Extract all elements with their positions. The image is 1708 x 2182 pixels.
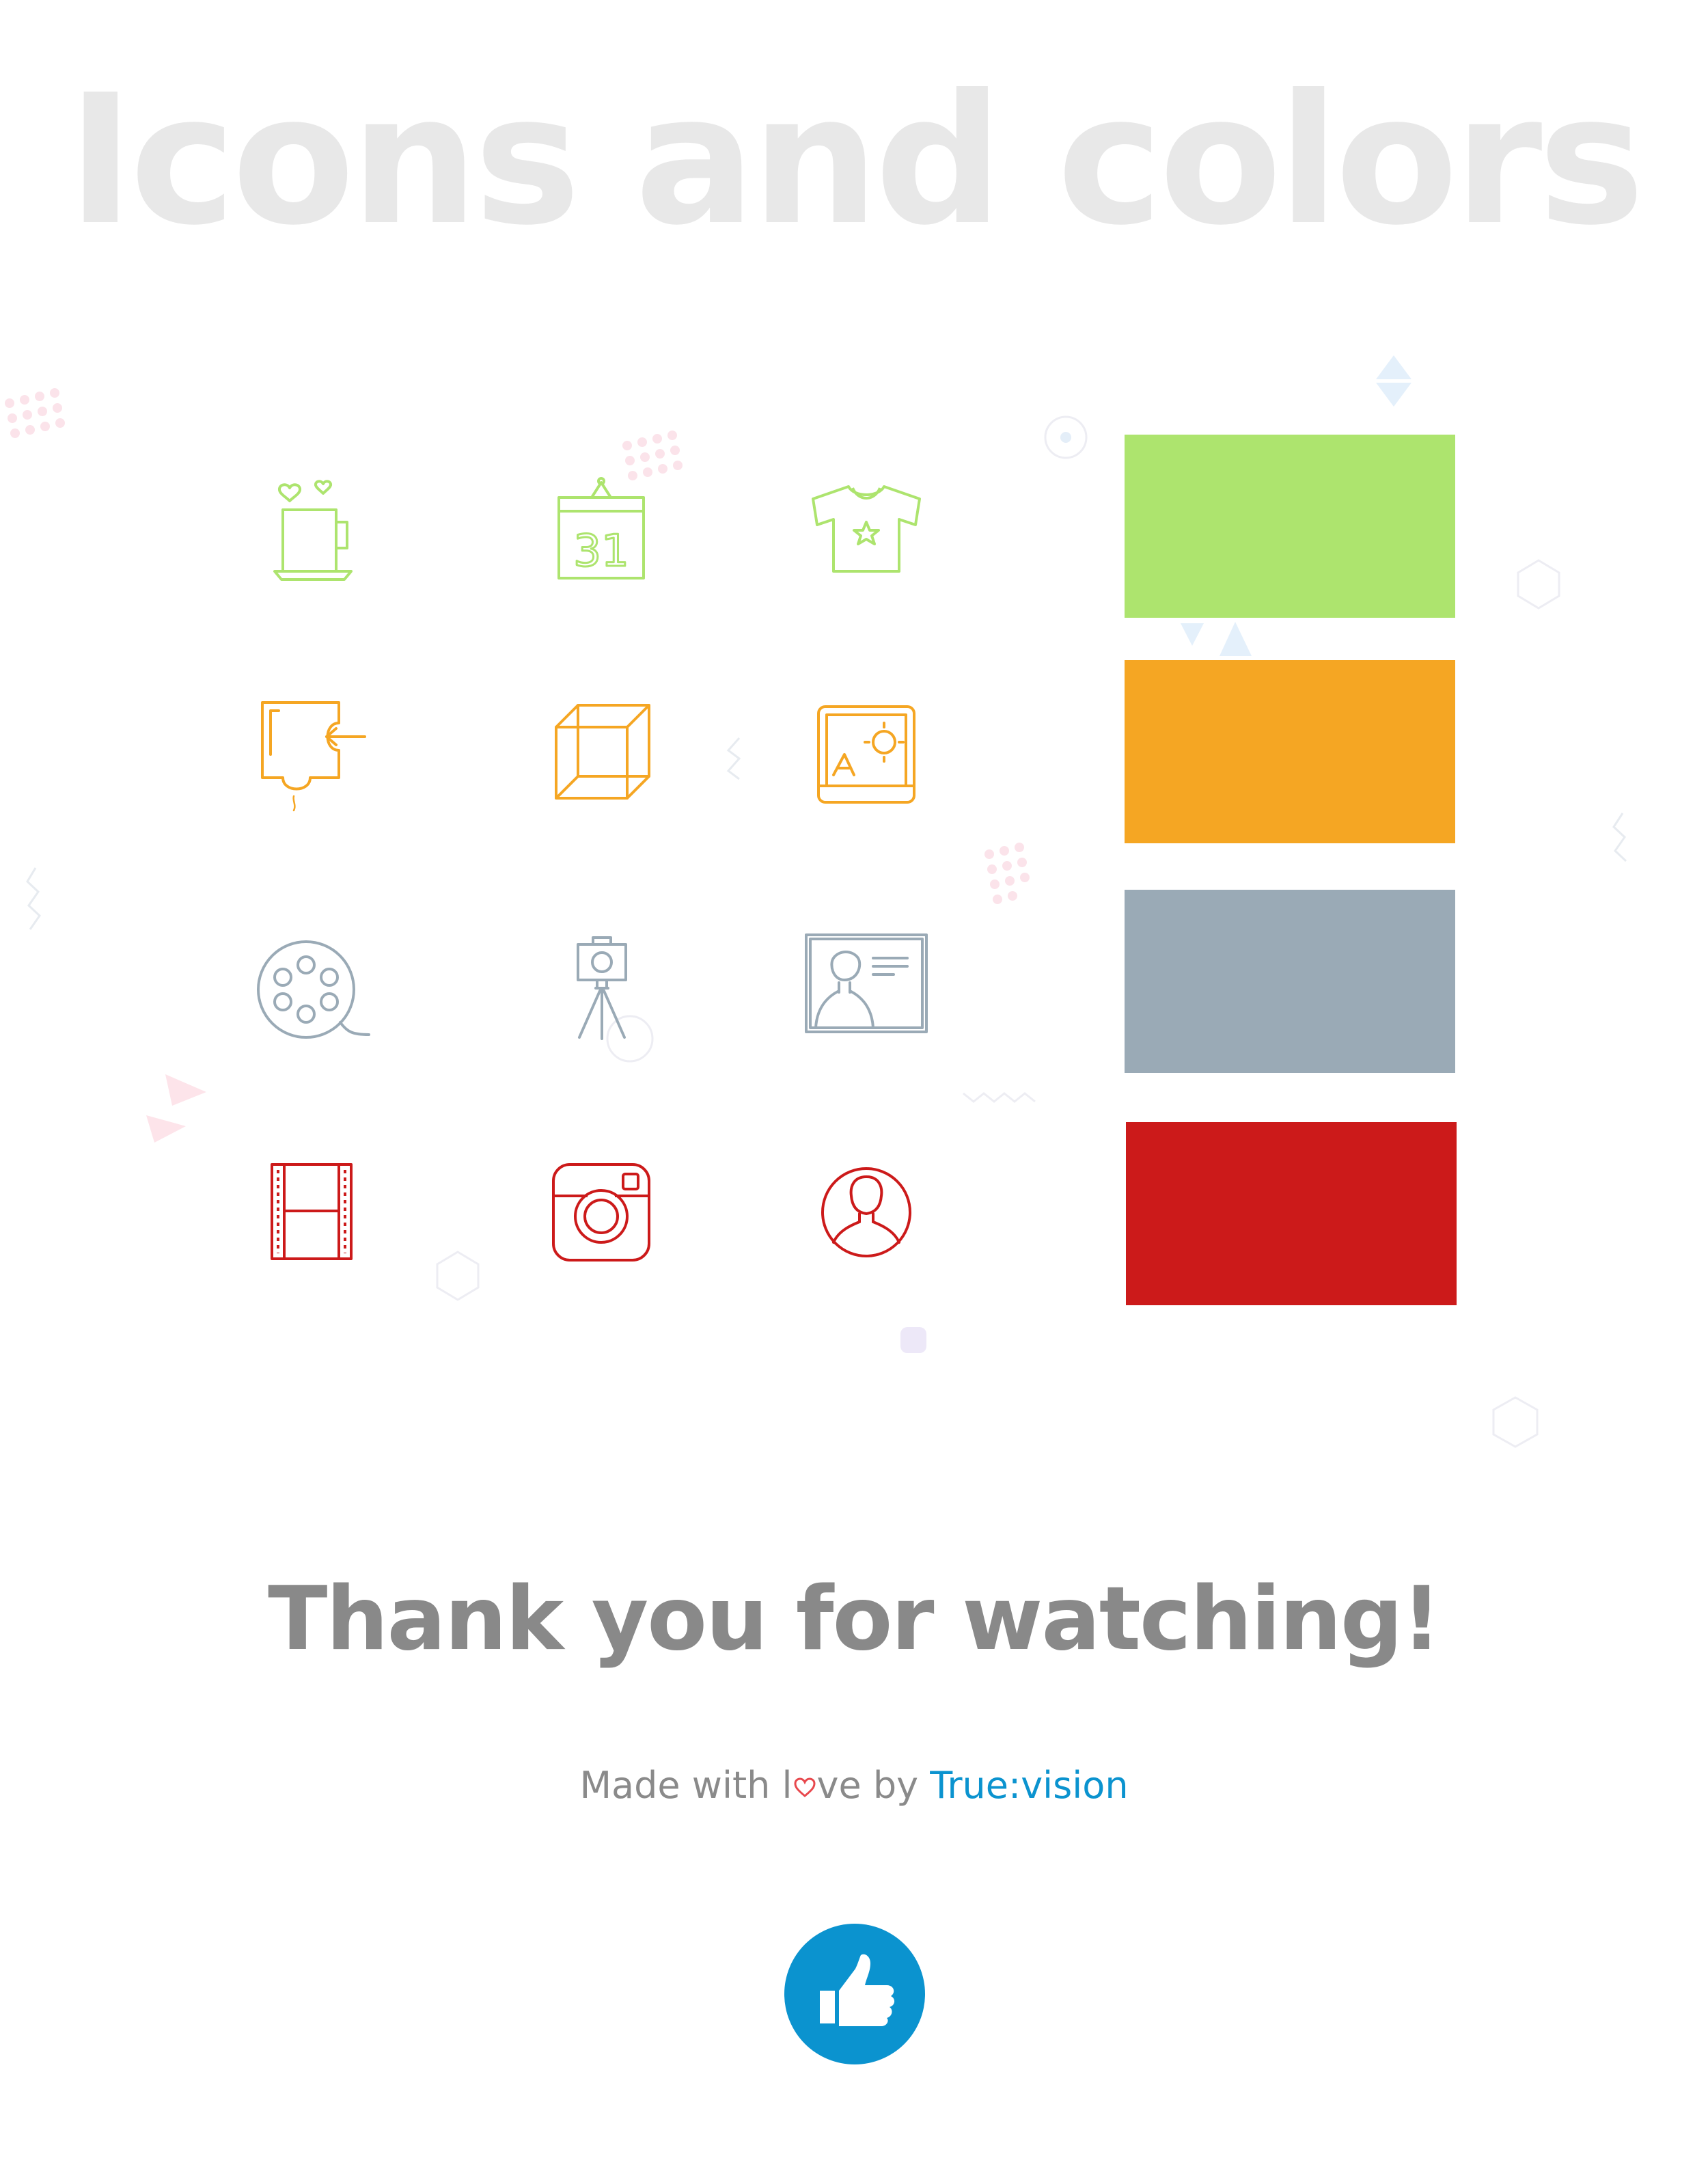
- id-card-icon: [791, 914, 941, 1065]
- coffee-cup-icon: [238, 456, 388, 607]
- landscape-picture-icon: [791, 683, 941, 834]
- puzzle-piece-icon: [238, 683, 388, 834]
- swatch-red: [1126, 1122, 1457, 1305]
- instagram-camera-icon: [525, 1140, 675, 1290]
- t-shirt-icon: [791, 456, 941, 607]
- swatch-orange: [1125, 660, 1455, 843]
- wall-calendar-icon: 31: [525, 456, 675, 607]
- film-strip-icon: [238, 1140, 388, 1290]
- like-button[interactable]: [784, 1924, 925, 2064]
- heart-icon: [794, 1777, 816, 1797]
- thumbs-up-icon: [820, 1954, 895, 2026]
- background-decoration: [5, 355, 1627, 1448]
- user-portrait-icon: [791, 1140, 941, 1290]
- credit-text-end: ve by: [816, 1764, 931, 1807]
- camera-tripod-icon: [525, 914, 675, 1065]
- brand-name: True:vision: [930, 1764, 1129, 1807]
- thank-you-heading: Thank you for watching!: [268, 1568, 1442, 1670]
- page-title: Icons and colors: [67, 56, 1645, 264]
- swatch-green: [1125, 435, 1455, 618]
- credit-text-start: Made with l: [579, 1764, 793, 1807]
- swatch-gray: [1125, 890, 1455, 1073]
- svg-text:31: 31: [573, 526, 629, 577]
- cube-icon: [525, 683, 675, 834]
- made-with-love-credit: Made with l ve by True:vision: [0, 1762, 1708, 1810]
- film-reel-icon: [238, 914, 388, 1065]
